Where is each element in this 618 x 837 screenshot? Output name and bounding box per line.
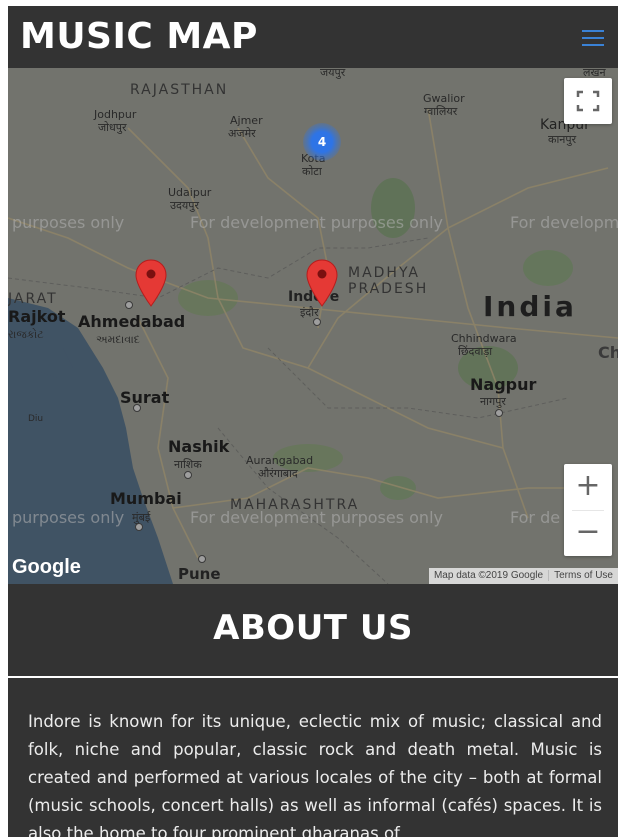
map-label-mumbai: Mumbai: [110, 489, 182, 508]
navbar: MUSIC MAP: [8, 6, 618, 68]
map-label-gwalior: Gwalior: [423, 92, 465, 105]
map-label-rajasthan: RAJASTHAN: [130, 82, 229, 98]
dev-watermark: For development purposes only: [190, 508, 443, 527]
map-label-india: India: [483, 290, 577, 323]
marker-cluster[interactable]: 4: [303, 123, 341, 161]
zoom-control: + −: [564, 464, 612, 556]
map-label-jaipur: जयपुर: [320, 68, 346, 79]
map-label-gujarat: JARAT: [8, 291, 58, 307]
map-attribution: Map data ©2019 Google Terms of Use: [428, 568, 618, 584]
about-title: ABOUT US: [213, 608, 413, 648]
zoom-in-button[interactable]: +: [564, 464, 612, 510]
dev-watermark: purposes only: [12, 508, 125, 527]
map-label-nashik: Nashik: [168, 437, 230, 456]
map-label-nagpur-hi: नागपुर: [480, 395, 506, 408]
city-dot: [313, 318, 321, 326]
zoom-out-button[interactable]: −: [564, 510, 612, 556]
city-dot: [495, 409, 503, 417]
left-frame: [0, 0, 8, 837]
map-label-ahmedabad: Ahmedabad: [78, 312, 186, 331]
map-label-ajmer: Ajmer: [230, 114, 263, 127]
about-section: Indore is known for its unique, eclectic…: [8, 678, 618, 837]
city-dot: [198, 555, 206, 563]
map-label-gwalior-hi: ग्वालियर: [424, 105, 458, 118]
map-label-ch: Ch: [598, 343, 618, 362]
map-label-jodhpur-hi: जोधपुर: [98, 121, 127, 134]
map-marker-indore[interactable]: [305, 258, 339, 308]
brand-title[interactable]: MUSIC MAP: [20, 16, 258, 57]
about-text: Indore is known for its unique, eclectic…: [28, 712, 602, 837]
dev-watermark: purposes only: [12, 213, 125, 232]
city-dot: [125, 301, 133, 309]
map-label-chhindwara: Chhindwara: [451, 332, 517, 345]
map-label-aurangabad-hi: औरंगाबाद: [258, 467, 298, 480]
map-label-udaipur: Udaipur: [168, 186, 212, 199]
city-dot: [184, 471, 192, 479]
dev-watermark: For developm: [510, 213, 618, 232]
city-dot: [135, 523, 143, 531]
map-label-madhya: MADHYA: [348, 265, 421, 281]
map-label-nashik-hi: नाशिक: [174, 458, 202, 471]
terms-link[interactable]: Terms of Use: [548, 570, 618, 581]
map-marker-ahmedabad[interactable]: [134, 258, 168, 308]
map-label-pradesh: PRADESH: [348, 281, 429, 297]
google-logo[interactable]: Google: [12, 556, 81, 579]
map-view[interactable]: RAJASTHAN जयपुर लखन Gwalior ग्वालियर Jod…: [8, 68, 618, 584]
dev-watermark: For de: [510, 508, 561, 527]
map-label-aurangabad: Aurangabad: [246, 454, 314, 467]
map-label-rajkot: Rajkot: [8, 307, 66, 326]
map-label-nagpur: Nagpur: [470, 375, 537, 394]
map-label-ahmedabad-gu: અમદાવાદ: [96, 333, 140, 346]
about-header: ABOUT US: [8, 584, 618, 678]
hamburger-icon[interactable]: [582, 30, 604, 46]
fullscreen-button[interactable]: [564, 78, 612, 124]
fullscreen-icon: [576, 90, 600, 112]
map-label-surat: Surat: [120, 388, 170, 407]
map-label-kanpur-hi: कानपुर: [548, 133, 577, 146]
city-dot: [133, 404, 141, 412]
map-label-jodhpur: Jodhpur: [94, 108, 137, 121]
map-label-pune: Pune: [178, 565, 221, 583]
map-label-ajmer-hi: अजमेर: [228, 127, 256, 140]
map-label-chhindwara-hi: छिंदवाड़ा: [458, 345, 493, 358]
dev-watermark: For development purposes only: [190, 213, 443, 232]
map-label-rajkot-gu: રાજકોટ: [8, 328, 44, 341]
map-label-udaipur-hi: उदयपुर: [170, 199, 199, 212]
map-data-credit: Map data ©2019 Google: [433, 570, 544, 581]
map-label-kota-hi: कोटा: [302, 165, 322, 178]
map-label-diu: Diu: [28, 414, 44, 424]
